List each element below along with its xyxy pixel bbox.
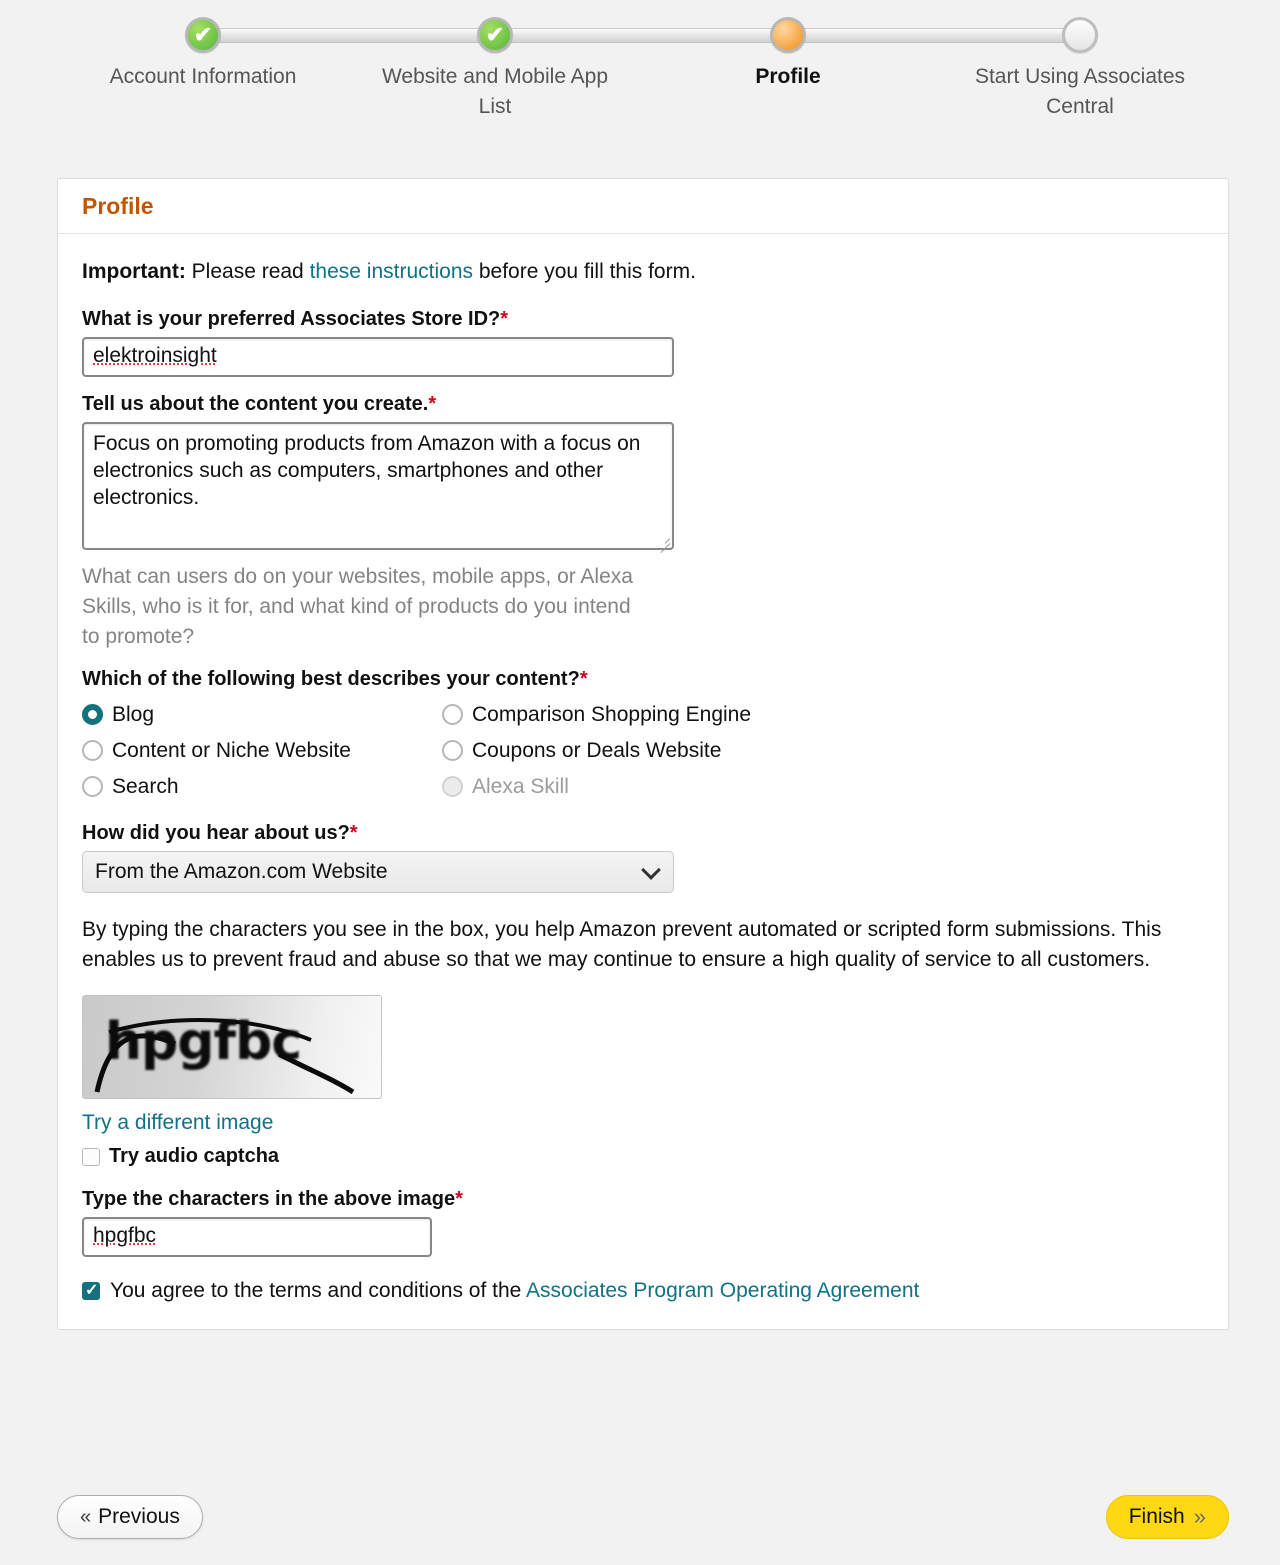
terms-text: You agree to the terms and conditions of…: [110, 1279, 919, 1303]
radio-icon-disabled: [442, 776, 463, 797]
step-label: Start Using Associates Central: [974, 65, 1186, 118]
step-website-and-mobile-app-list[interactable]: ✔ Website and Mobile App List: [365, 0, 625, 122]
captcha-input-label: Type the characters in the above image*: [82, 1188, 1204, 1211]
try-audio-captcha-row[interactable]: Try audio captcha: [82, 1145, 1204, 1168]
radio-label: Coupons or Deals Website: [472, 738, 722, 762]
captcha-explanation: By typing the characters you see in the …: [82, 918, 1162, 971]
store-id-label: What is your preferred Associates Store …: [82, 308, 1204, 331]
previous-button-label: Previous: [98, 1505, 180, 1528]
captcha-input-label-text: Type the characters in the above image: [82, 1188, 456, 1210]
content-type-radio-group: Blog Comparison Shopping Engine Content …: [82, 697, 1204, 804]
important-text-after: before you fill this form.: [473, 260, 696, 283]
radio-label: Comparison Shopping Engine: [472, 702, 752, 726]
captcha-distortion-lines: [94, 1018, 355, 1095]
step-dot-done: ✔: [477, 17, 513, 53]
required-asterisk: *: [455, 1188, 463, 1210]
radio-label: Alexa Skill: [472, 774, 569, 798]
content-description-textarea[interactable]: Focus on promoting products from Amazon …: [82, 422, 674, 550]
captcha-input[interactable]: hpgfbc: [82, 1217, 432, 1257]
check-icon: ✔: [193, 22, 213, 47]
content-type-label: Which of the following best describes yo…: [82, 668, 1204, 691]
radio-label: Blog: [112, 702, 155, 726]
content-description-wrapper: Focus on promoting products from Amazon …: [82, 422, 674, 554]
wizard-footer: « Previous Finish »: [57, 1495, 1229, 1545]
radio-option-blog[interactable]: Blog: [82, 697, 442, 732]
step-label: Profile: [755, 65, 821, 88]
radio-option-comparison-shopping-engine[interactable]: Comparison Shopping Engine: [442, 697, 1204, 732]
required-asterisk: *: [579, 668, 588, 690]
profile-form: Important: Please read these instruction…: [58, 234, 1228, 1329]
radio-icon: [442, 704, 463, 725]
progress-bar-track: [204, 28, 1080, 43]
radio-option-search[interactable]: Search: [82, 769, 442, 804]
finish-button[interactable]: Finish »: [1105, 1495, 1229, 1539]
checkbox-icon-checked[interactable]: [82, 1280, 100, 1300]
radio-label: Search: [112, 774, 179, 798]
important-prefix: Important:: [82, 260, 186, 283]
important-text-before: Please read: [185, 260, 310, 283]
radio-label: Content or Niche Website: [112, 738, 351, 762]
terms-agreement-row[interactable]: You agree to the terms and conditions of…: [82, 1279, 1204, 1303]
how-heard-select-wrapper: From the Amazon.com Website: [82, 851, 674, 893]
step-account-information[interactable]: ✔ Account Information: [73, 0, 333, 92]
previous-button[interactable]: « Previous: [57, 1495, 203, 1539]
how-heard-label-text: How did you hear about us?: [82, 822, 350, 844]
try-different-image-link[interactable]: Try a different image: [82, 1111, 273, 1134]
how-heard-select[interactable]: From the Amazon.com Website: [82, 851, 674, 893]
terms-text-value: You agree to the terms and conditions of…: [110, 1279, 527, 1302]
chevron-left-double-icon: «: [80, 1505, 92, 1528]
step-label: Account Information: [109, 65, 297, 88]
radio-option-coupons-or-deals-website[interactable]: Coupons or Deals Website: [442, 733, 1204, 768]
step-start-using-associates-central[interactable]: Start Using Associates Central: [950, 0, 1210, 122]
page-title: Profile: [58, 179, 1228, 234]
step-profile[interactable]: Profile: [658, 0, 918, 92]
operating-agreement-link[interactable]: Associates Program Operating Agreement: [526, 1279, 919, 1302]
profile-card: Profile Important: Please read these ins…: [57, 178, 1229, 1330]
captcha-image: hpgfbc: [82, 995, 382, 1099]
store-id-label-text: What is your preferred Associates Store …: [82, 308, 501, 330]
store-id-input[interactable]: elektroinsight: [82, 337, 674, 377]
required-asterisk: *: [349, 822, 358, 844]
chevron-right-double-icon: »: [1193, 1504, 1206, 1529]
step-dot-active: [770, 17, 806, 53]
captcha-input-value: hpgfbc: [93, 1224, 157, 1247]
progress-tracker: ✔ Account Information ✔ Website and Mobi…: [0, 0, 1280, 140]
required-asterisk: *: [500, 308, 509, 330]
content-description-label: Tell us about the content you create.*: [82, 393, 1204, 416]
step-dot-pending: [1062, 17, 1098, 53]
content-type-label-text: Which of the following best describes yo…: [82, 668, 580, 690]
required-asterisk: *: [428, 393, 437, 415]
radio-icon-selected: [82, 704, 103, 725]
radio-option-content-or-niche-website[interactable]: Content or Niche Website: [82, 733, 442, 768]
radio-icon: [442, 740, 463, 761]
step-label: Website and Mobile App List: [381, 65, 609, 118]
check-icon: ✔: [485, 22, 505, 47]
resize-handle-icon[interactable]: [656, 532, 671, 554]
how-heard-label: How did you hear about us?*: [82, 822, 1204, 845]
checkbox-icon[interactable]: [82, 1147, 100, 1166]
radio-icon: [82, 776, 103, 797]
try-audio-captcha-label: Try audio captcha: [109, 1145, 280, 1167]
radio-icon: [82, 740, 103, 761]
content-description-label-text: Tell us about the content you create.: [82, 393, 429, 415]
these-instructions-link[interactable]: these instructions: [310, 260, 473, 283]
radio-option-alexa-skill: Alexa Skill: [442, 769, 1204, 804]
finish-button-label: Finish: [1128, 1505, 1185, 1528]
step-dot-done: ✔: [185, 17, 221, 53]
important-notice: Important: Please read these instruction…: [82, 258, 1204, 286]
store-id-value: elektroinsight: [93, 344, 217, 367]
content-description-hint: What can users do on your websites, mobi…: [82, 565, 633, 648]
